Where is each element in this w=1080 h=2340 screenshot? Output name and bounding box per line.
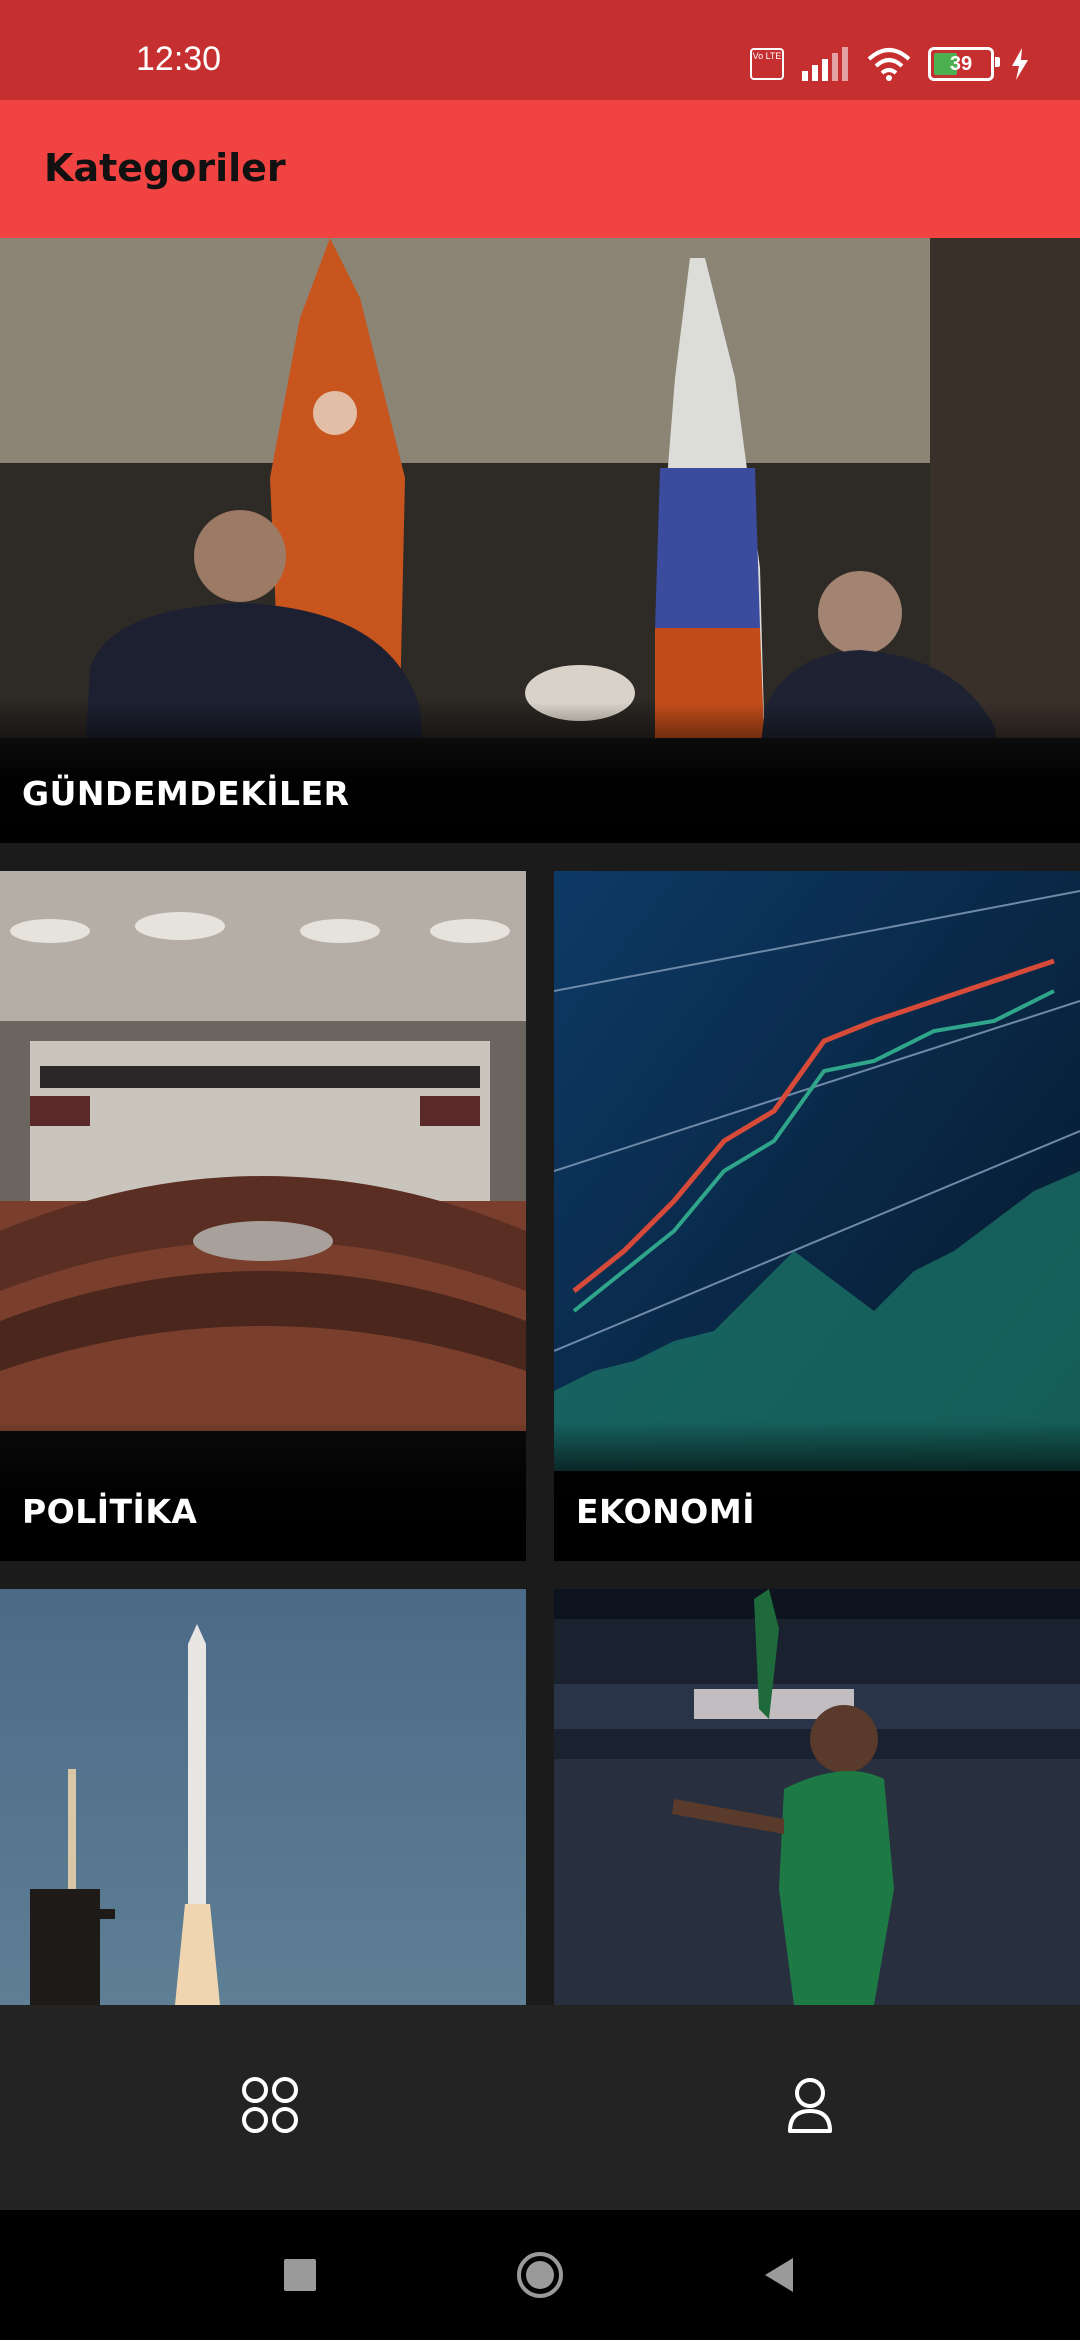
category-label: POLİTİKA xyxy=(22,1492,198,1531)
category-label: GÜNDEMDEKİLER xyxy=(22,774,350,813)
system-navigation-bar xyxy=(0,2210,1080,2340)
battery-level: 39 xyxy=(949,52,973,75)
charging-icon xyxy=(1012,48,1028,80)
app-bar: Kategoriler xyxy=(0,100,1080,238)
category-card-spor[interactable] xyxy=(554,1589,1080,2005)
wifi-icon xyxy=(867,48,911,81)
recents-icon[interactable] xyxy=(275,2250,325,2300)
profile-icon[interactable] xyxy=(780,2075,840,2135)
category-image xyxy=(0,1589,526,2005)
category-card-politika[interactable]: POLİTİKA xyxy=(0,871,526,1561)
status-bar: 12:30 Vo LTE 39 xyxy=(0,0,1080,100)
page-title: Kategoriler xyxy=(44,146,286,190)
volte-icon: Vo LTE xyxy=(750,48,784,80)
signal-icon xyxy=(802,47,848,81)
category-card-bilim[interactable] xyxy=(0,1589,526,2005)
status-time: 12:30 xyxy=(136,40,222,78)
category-card-ekonomi[interactable]: EKONOMİ xyxy=(554,871,1080,1561)
back-icon[interactable] xyxy=(755,2250,805,2300)
category-image xyxy=(554,1589,1080,2005)
battery-icon: 39 xyxy=(928,47,1000,81)
bottom-navigation xyxy=(0,2005,1080,2210)
category-card-gundemdekiler[interactable]: GÜNDEMDEKİLER xyxy=(0,238,1080,843)
status-icons: Vo LTE 39 xyxy=(750,44,1030,84)
grid-icon[interactable] xyxy=(240,2075,300,2135)
category-label: EKONOMİ xyxy=(576,1492,755,1531)
home-icon[interactable] xyxy=(515,2250,565,2300)
